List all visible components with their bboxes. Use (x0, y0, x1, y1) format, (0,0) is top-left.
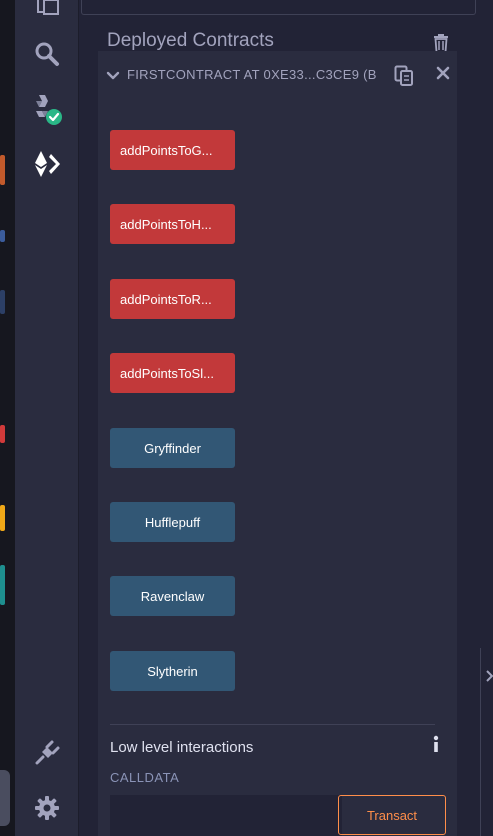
function-button-ravenclaw[interactable]: Ravenclaw (110, 576, 235, 616)
file-explorer-button[interactable] (15, 0, 78, 22)
editor-edge-strip (0, 0, 15, 836)
strip-marker (0, 230, 5, 242)
chevron-right-icon[interactable] (486, 670, 493, 682)
close-icon[interactable] (436, 66, 450, 80)
settings-button[interactable] (15, 790, 78, 826)
calldata-input[interactable] (110, 795, 342, 836)
panel-top-box (81, 0, 476, 15)
trash-icon (434, 34, 448, 53)
function-button-gryffinder[interactable]: Gryffinder (110, 428, 235, 468)
function-button-slytherin[interactable]: Slytherin (110, 651, 235, 691)
calldata-label: CALLDATA (110, 770, 180, 785)
settings-icon (34, 796, 59, 820)
low-level-title: Low level interactions (110, 739, 254, 756)
strip-marker (0, 425, 5, 443)
search-button[interactable] (15, 36, 78, 72)
function-button-addPointsToSl[interactable]: addPointsToSl... (110, 353, 235, 393)
strip-marker (0, 565, 5, 605)
function-button-hufflepuff[interactable]: Hufflepuff (110, 502, 235, 542)
strip-marker (0, 155, 5, 185)
solidity-compiler-button[interactable] (15, 91, 78, 127)
plugin-manager-button[interactable] (15, 735, 78, 771)
transact-button[interactable]: Transact (338, 795, 446, 835)
plugin-manager-icon (35, 740, 59, 765)
deploy-panel: Deployed Contracts FIRSTCONTRACT AT 0XE3… (79, 0, 493, 836)
strip-marker (0, 505, 5, 531)
icon-panel (15, 0, 79, 836)
function-button-addPointsToH[interactable]: addPointsToH... (110, 204, 235, 244)
strip-marker (0, 770, 10, 826)
file-explorer-icon (36, 0, 59, 15)
deployed-contracts-title: Deployed Contracts (107, 30, 274, 51)
remix-ide-window: Deployed Contracts FIRSTCONTRACT AT 0XE3… (0, 0, 493, 836)
chevron-down-icon[interactable] (106, 69, 120, 83)
instance-header[interactable]: FIRSTCONTRACT AT 0XE33...C3CE9 (BI (98, 61, 457, 91)
strip-marker (0, 290, 5, 314)
function-button-addPointsToG[interactable]: addPointsToG... (110, 130, 235, 170)
adjacent-panel-edge (480, 648, 493, 836)
deploy-run-icon (34, 151, 60, 177)
contract-instance-card: FIRSTCONTRACT AT 0XE33...C3CE9 (BI addPo… (98, 51, 457, 836)
deploy-run-button[interactable] (15, 146, 78, 182)
instance-name: FIRSTCONTRACT AT 0XE33...C3CE9 (BI (127, 67, 377, 82)
section-divider (110, 724, 435, 725)
copy-icon[interactable] (394, 65, 414, 87)
solidity-compiler-icon (35, 95, 62, 125)
function-button-addPointsToR[interactable]: addPointsToR... (110, 279, 235, 319)
search-icon (35, 42, 59, 66)
info-icon[interactable] (432, 735, 440, 753)
